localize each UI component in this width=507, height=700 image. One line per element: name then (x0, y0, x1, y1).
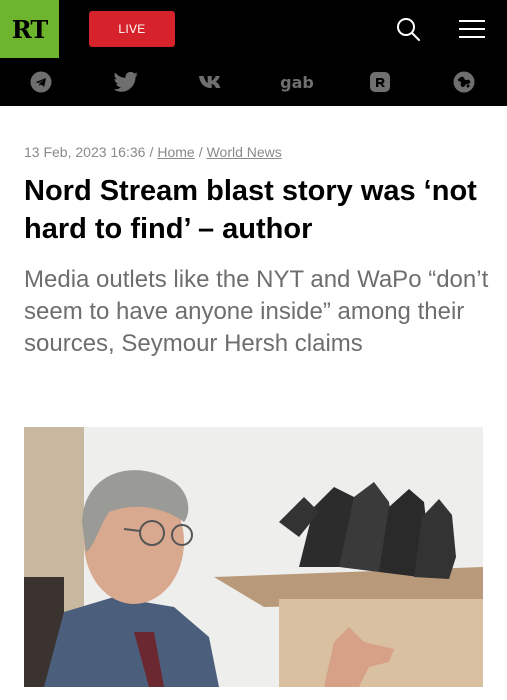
article-summary: Media outlets like the NYT and WaPo “don… (24, 266, 489, 357)
breadcrumb-separator: / (149, 144, 154, 160)
publish-date: 13 Feb, 2023 16:36 (24, 144, 146, 160)
article-meta: 13 Feb, 2023 16:36/Home / World News (24, 144, 282, 160)
article-photo (24, 427, 483, 687)
search-icon[interactable] (391, 12, 425, 46)
vk-icon[interactable] (197, 68, 227, 96)
odysee-icon[interactable] (452, 68, 476, 96)
breadcrumb-world-news-link[interactable]: World News (207, 144, 282, 160)
breadcrumb-separator: / (198, 144, 203, 160)
top-bar: RT LIVE (0, 0, 507, 58)
menu-icon[interactable] (455, 12, 489, 46)
rumble-icon[interactable] (368, 68, 392, 96)
rt-logo[interactable]: RT (0, 0, 59, 58)
article-title: Nord Stream blast story was ‘not hard to… (24, 175, 477, 245)
telegram-icon[interactable] (29, 68, 53, 96)
gab-icon[interactable]: gab (280, 68, 314, 96)
twitter-icon[interactable] (112, 68, 140, 96)
social-bar: gab (0, 58, 507, 106)
breadcrumb-home-link[interactable]: Home (157, 144, 194, 160)
live-button[interactable]: LIVE (89, 11, 175, 47)
logo-text: RT (11, 14, 48, 44)
